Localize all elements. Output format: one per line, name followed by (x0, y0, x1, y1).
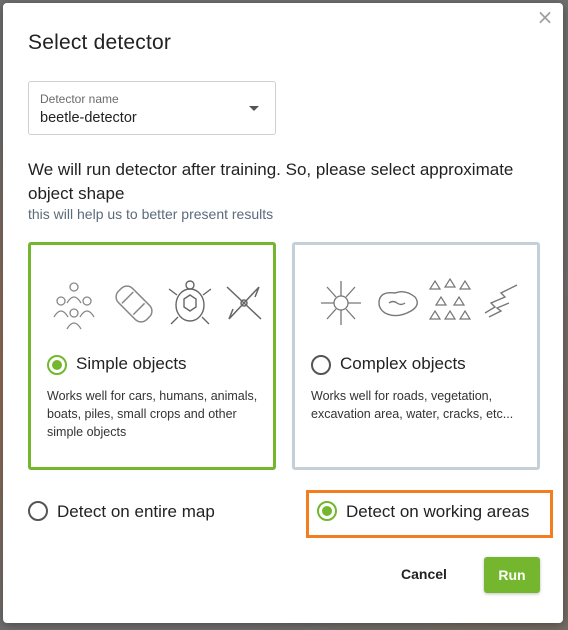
run-button[interactable]: Run (484, 557, 540, 593)
dialog-title: Select detector (28, 31, 172, 54)
water-pond-icon (378, 290, 418, 317)
road-network-icon (321, 281, 361, 325)
complex-objects-label: Complex objects (340, 354, 466, 373)
detector-name-value: beetle-detector (40, 110, 137, 126)
detect-working-areas-label: Detect on working areas (346, 502, 530, 521)
chevron-down-icon (249, 106, 259, 111)
detect-entire-map-label: Detect on entire map (57, 502, 215, 521)
trees-icon (428, 277, 472, 320)
simple-objects-radio[interactable] (47, 355, 67, 375)
simple-objects-description: Works well for cars, humans, animals, bo… (47, 389, 258, 439)
complex-objects-card[interactable]: Complex objects Works well for roads, ve… (292, 242, 540, 470)
car-icon (115, 285, 153, 323)
cancel-button[interactable]: Cancel (401, 566, 461, 586)
detector-name-select[interactable]: Detector name beetle-detector (28, 81, 276, 135)
complex-objects-illustration (295, 269, 537, 339)
simple-objects-illustration (31, 269, 273, 339)
complex-objects-radio[interactable] (311, 355, 331, 375)
turtle-icon (168, 280, 212, 325)
simple-objects-card[interactable]: Simple objects Works well for cars, huma… (28, 242, 276, 470)
close-icon[interactable]: × (535, 7, 555, 27)
simple-objects-label: Simple objects (76, 354, 187, 373)
hint-text: this will help us to better present resu… (28, 206, 274, 222)
cracks-icon (484, 284, 518, 318)
complex-objects-description: Works well for roads, vegetation, excava… (311, 389, 514, 421)
detect-working-areas-radio[interactable] (317, 501, 337, 521)
select-detector-dialog: × Select detector Detector name beetle-d… (3, 3, 563, 623)
kayak-icon (226, 286, 262, 320)
detector-name-label: Detector name (40, 92, 119, 106)
people-group-icon (53, 282, 95, 330)
intro-text: We will run detector after training. So,… (28, 160, 514, 203)
detect-entire-map-radio[interactable] (28, 501, 48, 521)
